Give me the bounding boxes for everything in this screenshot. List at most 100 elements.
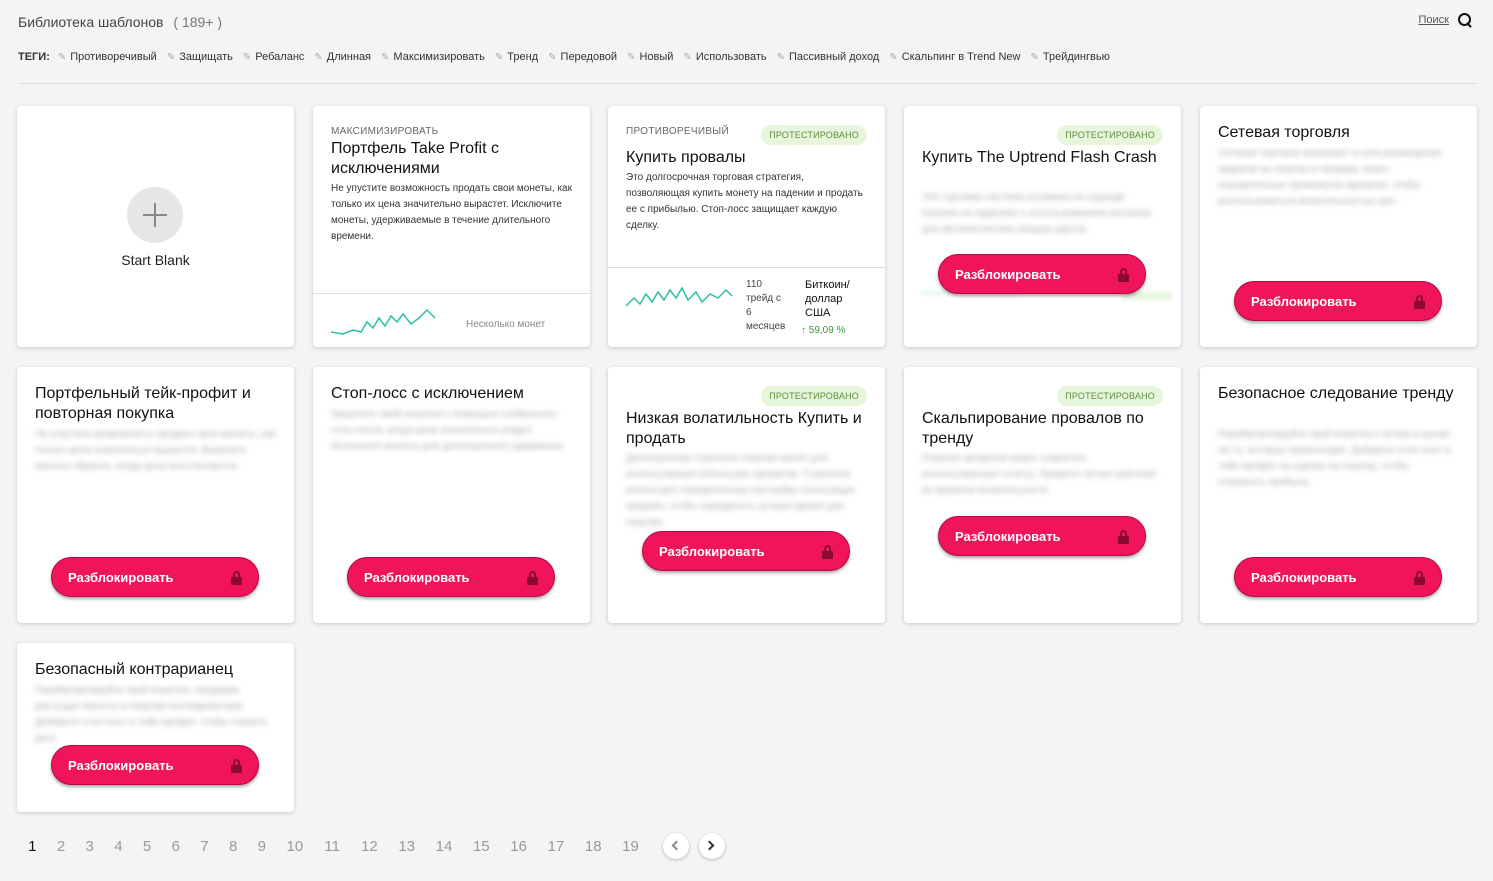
unlock-button[interactable]: Разблокировать [642,531,850,571]
plus-icon[interactable] [127,187,183,243]
card-footer: Несколько монет [313,293,590,347]
tag-label: Пассивный доход [789,51,880,63]
lock-icon [231,759,242,773]
template-card[interactable]: Стоп-лосс с исключением Защитите свой ко… [313,367,590,623]
page-link[interactable]: 5 [133,838,162,855]
lock-icon [1414,295,1425,309]
card-title: Низкая волатильность Купить и продать [626,410,862,447]
sparkline-chart [331,308,436,335]
search-icon[interactable] [1457,12,1473,28]
tags-bar: ТЕГИ: ✎ Противоречивый ✎ Защищать ✎ Ребалан… [18,51,1473,63]
card-title: Безопасный контрарианец [35,661,234,678]
tag-label: Трейдингвью [1042,51,1110,63]
tag-item[interactable]: ✎ Тренд [495,51,538,63]
unlock-button[interactable]: Разблокировать [51,745,259,785]
unlock-label: Разблокировать [659,543,765,559]
page-link[interactable]: 3 [75,838,104,855]
page-link[interactable]: 15 [463,838,500,855]
chevron-left-icon [671,840,682,851]
tag-item[interactable]: ✎ Скальпинг в Trend New [889,51,1020,63]
unlock-button[interactable]: Разблокировать [938,254,1146,294]
page-link[interactable]: 10 [276,838,313,855]
page-link[interactable]: 13 [388,838,425,855]
unlock-button[interactable]: Разблокировать [347,557,555,597]
tested-badge: ПРОТЕСТИРОВАНО [761,125,867,145]
page-link[interactable]: 2 [47,838,76,855]
unlock-button[interactable]: Разблокировать [1234,281,1442,321]
search[interactable]: Поиск [1419,12,1473,28]
trades-count: 110 [746,279,762,290]
unlock-label: Разблокировать [68,757,174,773]
tag-item[interactable]: ✎ Ребаланс [243,51,305,63]
page-link[interactable]: 11 [313,838,350,855]
card-description: Это долгосрочная торговая стратегия, поз… [626,172,863,231]
tag-label: Максимизировать [393,51,485,63]
tag-icon: ✎ [889,51,898,63]
page-link[interactable]: 19 [612,838,649,855]
template-card[interactable]: ПРОТЕСТИРОВАНО Купить The Uptrend Flash … [904,106,1181,347]
lock-icon [231,571,242,585]
prev-page-button[interactable] [663,833,690,859]
tag-icon: ✎ [242,51,252,63]
tag-icon: ✎ [314,51,323,63]
page-link[interactable]: 18 [575,838,612,855]
lock-icon [1414,571,1425,585]
tag-item[interactable]: ✎ Максимизировать [381,51,485,63]
page-link[interactable]: 1 [18,838,47,855]
tag-item[interactable]: ✎ Трейдингвью [1031,51,1110,63]
template-card[interactable]: МАКСИМИЗИРОВАТЬ Портфель Take Profit с и… [313,106,590,347]
lock-icon [527,571,538,585]
unlock-label: Разблокировать [1251,293,1357,309]
unlock-button[interactable]: Разблокировать [51,557,259,597]
card-title: Портфельный тейк-профит и повторная поку… [35,385,251,422]
unlock-label: Разблокировать [68,569,174,585]
unlock-label: Разблокировать [955,528,1061,544]
card-title: Купить провалы [626,149,746,166]
page-link[interactable]: 7 [190,838,219,855]
template-card[interactable]: Безопасное следование тренду Перебаланси… [1200,367,1477,623]
page-link[interactable]: 14 [425,838,462,855]
tag-item[interactable]: ✎ Использовать [683,51,766,63]
tag-item[interactable]: ✎ Пассивный доход [777,51,880,63]
template-card[interactable]: Безопасный контрарианец Перебалансируйте… [17,643,294,812]
card-description: Перебалансируйте свой кошелек с всеми в … [1218,429,1451,488]
page-link[interactable]: 12 [351,838,388,855]
tag-icon: ✎ [683,51,692,63]
page-link[interactable]: 6 [161,838,190,855]
tag-label: Передовой [560,51,618,63]
page-link[interactable]: 8 [219,838,248,855]
tag-label: Скальпинг в Trend New [901,51,1021,63]
tested-badge: ПРОТЕСТИРОВАНО [761,386,867,406]
tag-label: Использовать [695,51,767,63]
next-page-button[interactable] [699,833,726,859]
card-title: Скальпирование провалов по тренду [922,410,1144,447]
template-card[interactable]: ПРОТЕСТИРОВАНО Скальпирование провалов п… [904,367,1181,623]
unlock-button[interactable]: Разблокировать [938,516,1146,556]
tag-icon: ✎ [381,51,390,63]
tag-item[interactable]: ✎ Передовой [548,51,617,63]
template-card[interactable]: Портфельный тейк-профит и повторная поку… [17,367,294,623]
template-card[interactable]: ПРОТИВОРЕЧИВЫЙ ПРОТЕСТИРОВАНО Купить про… [608,106,885,347]
page-link[interactable]: 9 [248,838,277,855]
card-category: ПРОТИВОРЕЧИВЫЙ [626,126,729,137]
unlock-button[interactable]: Разблокировать [1234,557,1442,597]
unlock-label: Разблокировать [364,569,470,585]
start-blank-card[interactable]: Start Blank [17,106,294,347]
tag-item[interactable]: ✎ Защищать [167,51,233,63]
tag-item[interactable]: ✎ Противоречивый [58,51,157,63]
tag-icon: ✎ [494,51,504,63]
profit-value: ↑ 59,09 % [801,325,846,336]
lock-icon [822,545,833,559]
card-description: Защитите свой кошелек с помощью глобальн… [331,409,566,452]
template-card[interactable]: Сетевая торговля Сетевая торговля возник… [1200,106,1477,347]
tag-icon: ✎ [776,51,786,63]
template-card[interactable]: ПРОТЕСТИРОВАНО Низкая волатильность Купи… [608,367,885,623]
page-link[interactable]: 16 [500,838,537,855]
card-footer: 110 трейд с 6 месяцев Биткоин/доллар США… [608,267,885,347]
tag-label: Противоречивый [70,51,157,63]
tag-item[interactable]: ✎ Новый [627,51,673,63]
tag-item[interactable]: ✎ Длинная [314,51,371,63]
page-link[interactable]: 4 [104,838,133,855]
search-link[interactable]: Поиск [1419,14,1449,26]
page-link[interactable]: 17 [537,838,574,855]
